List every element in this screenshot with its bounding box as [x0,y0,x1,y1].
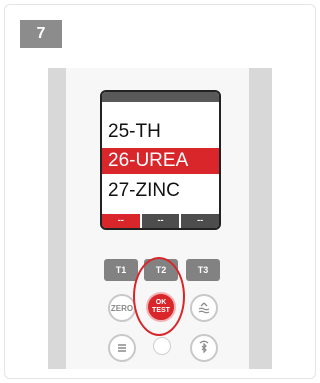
device-display: 25-TH 26-UREA 27-ZINC -- -- -- [100,90,221,230]
menu-item-zinc[interactable]: 27-ZINC [102,178,219,204]
menu-button[interactable] [108,334,136,362]
menu-lines-icon [118,344,126,352]
menu-item-th[interactable]: 25-TH [102,119,219,145]
step-number-badge: 7 [20,20,62,48]
softkey-3[interactable]: -- [181,214,219,228]
t1-button[interactable]: T1 [104,259,138,281]
bluetooth-icon [199,340,209,354]
menu-item-urea-selected[interactable]: 26-UREA [102,148,219,174]
device-left-rail [48,68,66,369]
zero-button[interactable]: ZERO [108,294,136,322]
display-status-bar [102,92,219,102]
water-level-button[interactable] [190,294,218,322]
status-led [153,337,171,355]
device-right-rail [249,68,272,369]
softkey-2[interactable]: -- [141,214,182,228]
softkey-1[interactable]: -- [102,214,142,228]
t3-button[interactable]: T3 [186,259,220,281]
softkey-bar: -- -- -- [102,214,219,228]
highlight-circle [133,257,185,336]
bluetooth-button[interactable] [190,334,218,362]
water-level-icon [198,302,210,314]
